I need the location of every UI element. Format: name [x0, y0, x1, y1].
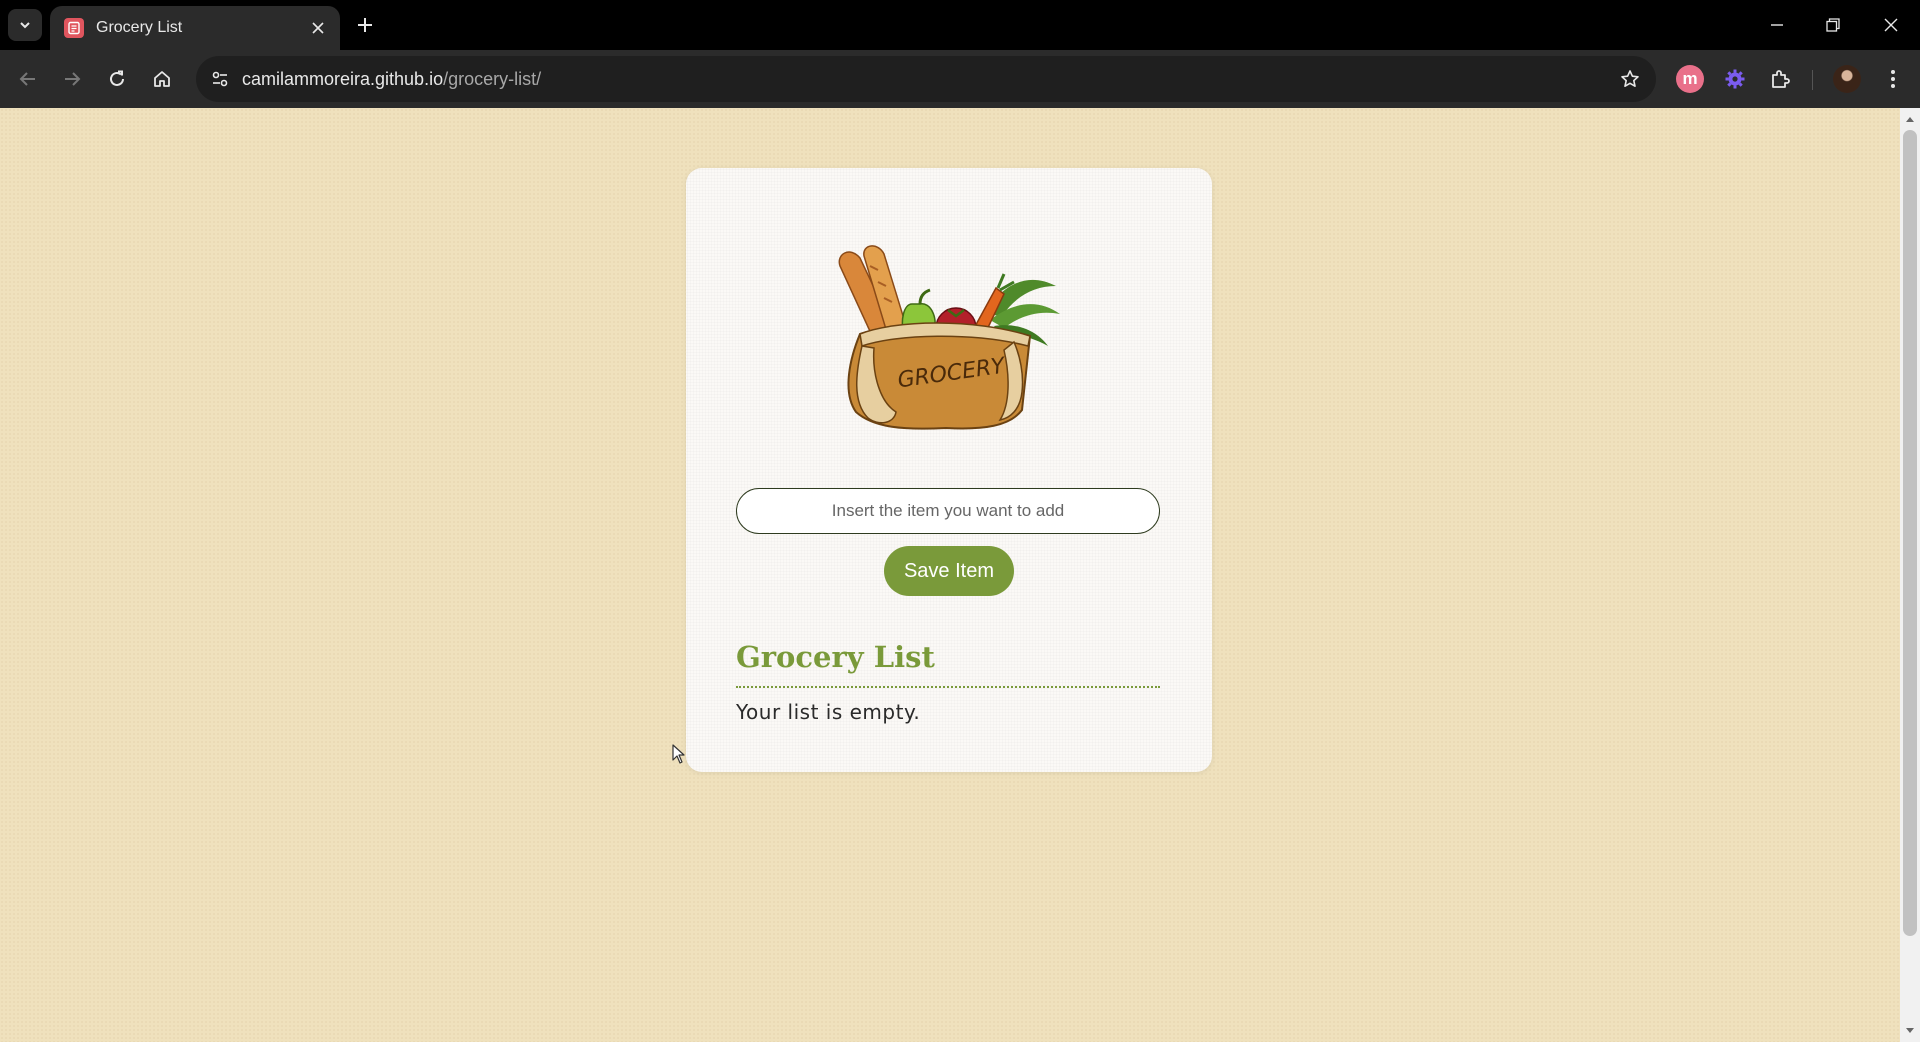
browser-tab[interactable]: Grocery List [50, 6, 340, 50]
tab-close-button[interactable] [308, 18, 328, 38]
restore-button[interactable] [1820, 12, 1846, 38]
scroll-down-button[interactable] [1900, 1022, 1920, 1040]
minimize-button[interactable] [1764, 12, 1790, 38]
vertical-scrollbar[interactable] [1900, 108, 1920, 1042]
tune-icon [212, 71, 228, 87]
profile-button[interactable] [1832, 64, 1862, 94]
tab-title: Grocery List [96, 19, 183, 36]
site-info-button[interactable] [208, 67, 232, 91]
bookmark-button[interactable] [1618, 67, 1642, 91]
puzzle-icon [1772, 70, 1790, 88]
grocery-bag-illustration: GROCERY [838, 245, 1060, 430]
grocery-card: GROCERY Save Item Grocery List Your list… [686, 168, 1212, 772]
star-icon [1621, 70, 1639, 87]
close-icon [1884, 18, 1898, 32]
page-viewport: GROCERY Save Item Grocery List Your list… [0, 108, 1900, 1042]
address-bar[interactable]: camilammoreira.github.io/grocery-list/ [196, 56, 1656, 102]
gear-icon [1725, 69, 1745, 89]
reload-icon [110, 70, 124, 86]
url-domain: camilammoreira.github.io [242, 69, 444, 89]
url-path: /grocery-list/ [443, 69, 542, 89]
home-icon [154, 71, 170, 87]
chevron-down-icon [20, 22, 30, 29]
scrollbar-thumb[interactable] [1903, 130, 1917, 936]
tab-search-button[interactable] [8, 9, 42, 41]
extensions-button[interactable] [1766, 64, 1796, 94]
tab-bar: Grocery List [0, 0, 1920, 50]
list-title: Grocery List [736, 640, 935, 674]
back-arrow-icon [19, 72, 35, 86]
browser-menu-button[interactable] [1878, 64, 1908, 94]
item-input[interactable] [736, 488, 1160, 534]
url-text[interactable]: camilammoreira.github.io/grocery-list/ [242, 69, 541, 90]
extension-m-label: m [1682, 69, 1698, 88]
forward-arrow-icon [65, 72, 81, 86]
new-tab-button[interactable] [352, 12, 378, 38]
empty-list-message: Your list is empty. [736, 700, 921, 724]
plus-icon [358, 18, 372, 32]
restore-icon [1826, 18, 1840, 32]
browser-toolbar: camilammoreira.github.io/grocery-list/ m [0, 50, 1920, 108]
back-button[interactable] [14, 65, 42, 93]
extension-m-button[interactable]: m [1675, 64, 1705, 94]
list-icon [64, 18, 84, 38]
home-button[interactable] [148, 65, 176, 93]
reload-button[interactable] [103, 65, 131, 93]
toolbar-separator [1812, 70, 1813, 90]
kebab-menu-icon [1891, 70, 1895, 88]
scroll-down-arrow-icon [1906, 1028, 1914, 1033]
scroll-up-arrow-icon [1906, 117, 1914, 122]
list-divider [736, 686, 1160, 688]
forward-button[interactable] [58, 65, 86, 93]
minimize-icon [1771, 24, 1783, 26]
extension-gear-button[interactable] [1720, 64, 1750, 94]
close-icon [312, 22, 324, 34]
close-window-button[interactable] [1878, 12, 1904, 38]
mouse-cursor-icon [672, 744, 685, 764]
extension-m-icon: m [1676, 65, 1704, 93]
paper-bag: GROCERY [847, 322, 1032, 430]
scroll-up-button[interactable] [1900, 110, 1920, 128]
avatar [1833, 65, 1861, 93]
save-item-button[interactable]: Save Item [884, 546, 1014, 596]
